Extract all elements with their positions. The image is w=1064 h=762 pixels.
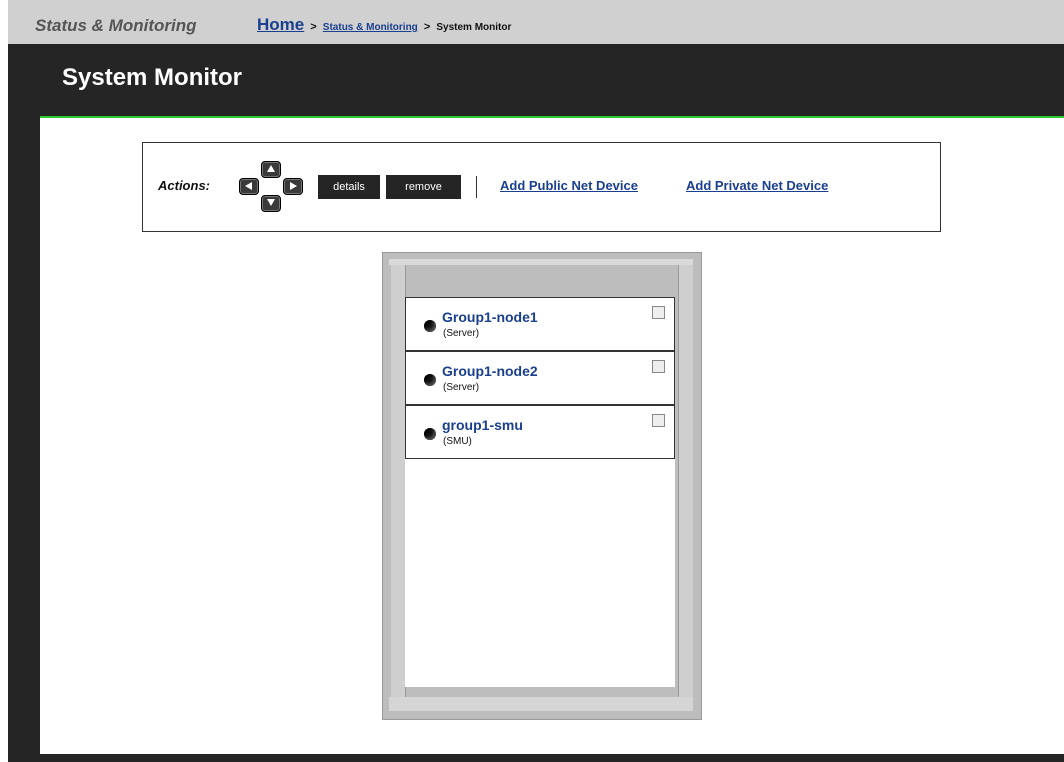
breadcrumb-separator: > [310,21,317,33]
status-led-icon [424,428,436,440]
arrow-down-icon[interactable] [261,195,281,212]
breadcrumb: Home > Status & Monitoring > System Moni… [257,15,511,35]
status-led-icon [424,320,436,332]
rack-top [389,259,693,265]
device-name[interactable]: Group1-node2 [442,363,538,379]
rack-bottom [389,697,693,711]
device-row[interactable]: group1-smu (SMU) [405,405,675,459]
device-checkbox[interactable] [652,306,665,319]
breadcrumb-separator: > [423,21,431,33]
remove-button[interactable]: remove [386,175,461,199]
page-frame: System Monitor Actions: details remove A… [8,44,1064,762]
device-checkbox[interactable] [652,414,665,427]
actions-label: Actions: [158,178,210,193]
device-row[interactable]: Group1-node1 (Server) [405,297,675,351]
status-led-icon [424,374,436,386]
device-row[interactable]: Group1-node2 (Server) [405,351,675,405]
device-type: (SMU) [443,436,472,447]
actions-panel: Actions: details remove Add Public Net D… [142,142,941,232]
breadcrumb-home-link[interactable]: Home [257,15,304,34]
section-title: Status & Monitoring [35,16,197,35]
add-private-net-device-link[interactable]: Add Private Net Device [686,178,828,193]
device-checkbox[interactable] [652,360,665,373]
breadcrumb-bar: Status & Monitoring Home > Status & Moni… [8,0,1064,44]
device-type: (Server) [443,382,480,393]
add-public-net-device-link[interactable]: Add Public Net Device [500,178,638,193]
rack-rail-left [391,265,406,705]
content-panel: Actions: details remove Add Public Net D… [40,116,1064,754]
device-name[interactable]: group1-smu [442,417,523,433]
arrow-up-icon[interactable] [261,161,281,178]
rack: Group1-node1 (Server) Group1-node2 (Serv… [382,252,702,720]
breadcrumb-status-monitoring-link[interactable]: Status & Monitoring [323,22,418,33]
device-name[interactable]: Group1-node1 [442,309,538,325]
arrow-left-icon[interactable] [239,178,259,195]
arrow-right-icon[interactable] [283,178,303,195]
details-button[interactable]: details [318,175,380,199]
device-type: (Server) [443,328,480,339]
page-title: System Monitor [62,64,243,91]
rack-rail-right [678,265,693,705]
divider [476,176,477,198]
breadcrumb-current: System Monitor [436,22,512,33]
